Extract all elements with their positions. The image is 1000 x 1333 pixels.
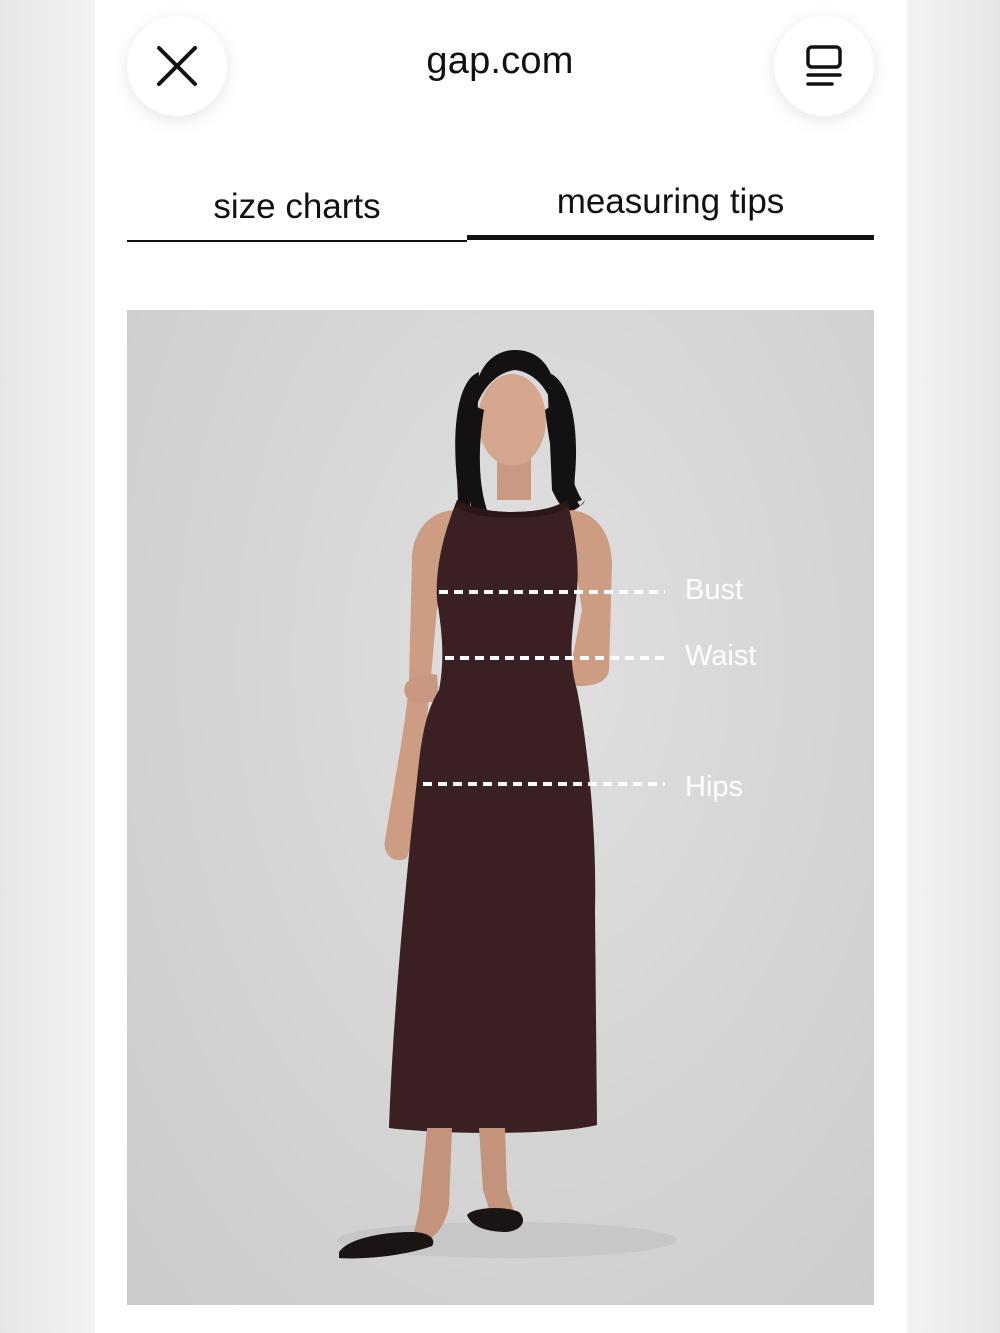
close-button[interactable] [127,16,227,116]
page-margin-right [907,0,1000,1333]
site-title: gap.com [426,40,574,82]
tab-size-charts[interactable]: size charts [127,180,467,242]
model-illustration [337,350,677,1259]
page-margin-left [0,0,95,1333]
menu-icon [806,45,842,86]
menu-button[interactable] [774,16,874,116]
waist-label: Waist [685,640,757,672]
bust-label: Bust [685,574,744,606]
tab-measuring-tips[interactable]: measuring tips [467,178,874,240]
measuring-photo: Bust Waist Hips [127,310,874,1305]
close-icon [157,46,197,86]
hips-label: Hips [685,771,744,803]
tab-bar: size charts measuring tips [127,180,874,244]
